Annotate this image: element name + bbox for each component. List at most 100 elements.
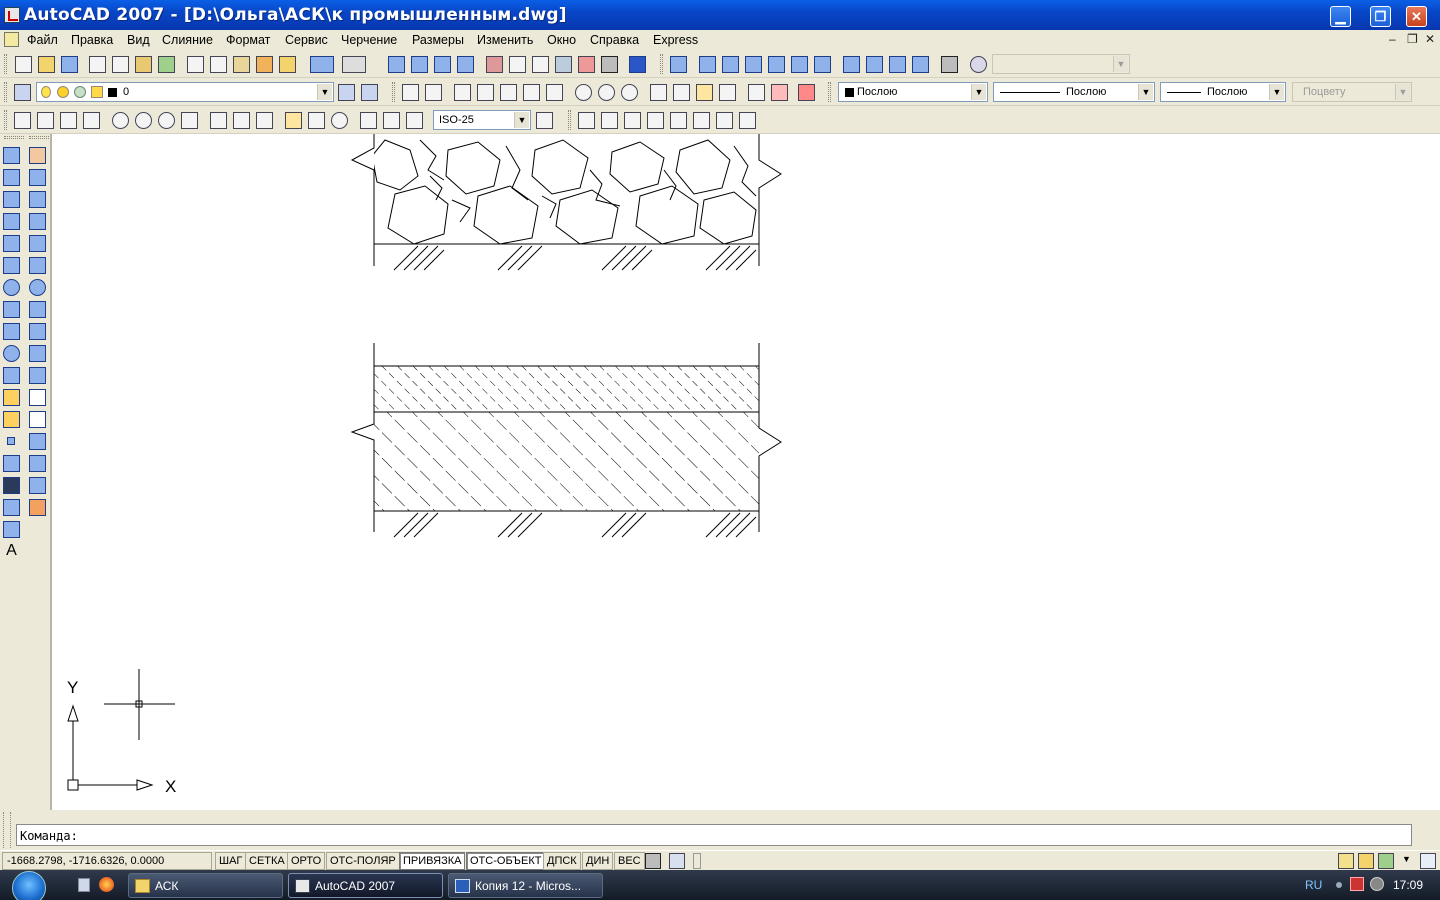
new-file-icon[interactable] — [15, 56, 32, 73]
maximize-viewport-icon[interactable] — [669, 853, 685, 869]
multiline-text-icon[interactable] — [578, 112, 595, 129]
dimstyle-dropdown[interactable]: ISO-25 ▼ — [433, 110, 531, 130]
menu-window[interactable]: Окно — [547, 33, 576, 47]
autocad-app-icon[interactable] — [4, 7, 20, 23]
start-button[interactable] — [12, 871, 46, 900]
lineweight-button[interactable]: ВЕС — [614, 852, 645, 870]
toolbar-grip[interactable] — [4, 54, 7, 74]
break-icon[interactable] — [29, 411, 46, 428]
snap-parallel-line-icon[interactable] — [673, 84, 690, 101]
join-icon[interactable] — [29, 433, 46, 450]
stretch-icon[interactable] — [29, 323, 46, 340]
plot-preview-icon[interactable] — [112, 56, 129, 73]
offset-icon[interactable] — [29, 213, 46, 230]
array-icon[interactable] — [29, 235, 46, 252]
copy-object-icon[interactable] — [29, 169, 46, 186]
camera-icon[interactable] — [941, 56, 958, 73]
snap-apparent-intersection-icon[interactable] — [500, 84, 517, 101]
model-space-icon[interactable] — [645, 853, 661, 869]
taskbar-autocad[interactable]: AutoCAD 2007 — [288, 873, 443, 898]
copy-icon[interactable] — [210, 56, 227, 73]
snap-from-icon[interactable] — [425, 84, 442, 101]
minimize-button[interactable]: ▁ — [1330, 6, 1351, 27]
snap-intersection-icon[interactable] — [477, 84, 494, 101]
menu-merge[interactable]: Слияние — [162, 33, 213, 47]
text-style-icon[interactable] — [670, 112, 687, 129]
communication-center-icon[interactable] — [1338, 853, 1354, 869]
clean-screen-icon[interactable] — [1420, 853, 1436, 869]
coordinates-readout[interactable]: -1668.2798, -1716.6326, 0.0000 — [2, 852, 212, 870]
manage-xrefs-icon[interactable] — [1378, 853, 1394, 869]
layer-dropdown[interactable]: 0 ▼ — [36, 82, 334, 102]
view-left-icon[interactable] — [745, 56, 762, 73]
named-view-dropdown[interactable]: ▼ — [992, 54, 1130, 74]
quick-launch-browser-icon[interactable] — [99, 877, 114, 892]
tool-palettes-icon[interactable] — [532, 56, 549, 73]
design-center-icon[interactable] — [509, 56, 526, 73]
multiline-text-draw-icon[interactable]: A — [3, 543, 20, 560]
snap-extension-icon[interactable] — [523, 84, 540, 101]
layer-viewport-icon[interactable] — [74, 86, 86, 98]
view-manager-icon[interactable] — [970, 56, 987, 73]
view-right-icon[interactable] — [768, 56, 785, 73]
sheet-set-manager-icon[interactable] — [555, 56, 572, 73]
snap-insert-icon[interactable] — [696, 84, 713, 101]
circle-icon[interactable] — [3, 279, 20, 296]
tolerance-icon[interactable] — [308, 112, 325, 129]
find-replace-icon[interactable] — [647, 112, 664, 129]
snap-mode-button[interactable]: ШАГ — [215, 852, 247, 870]
open-file-icon[interactable] — [38, 56, 55, 73]
sw-isometric-icon[interactable] — [843, 56, 860, 73]
snap-nearest-icon[interactable] — [748, 84, 765, 101]
toolbar-grip[interactable] — [4, 82, 7, 102]
dim-text-edit-icon[interactable] — [383, 112, 400, 129]
restore-button[interactable]: ❐ — [1370, 6, 1391, 27]
clock[interactable]: 17:09 — [1393, 878, 1423, 892]
ne-isometric-icon[interactable] — [889, 56, 906, 73]
dim-aligned-icon[interactable] — [37, 112, 54, 129]
convert-distance-icon[interactable] — [739, 112, 756, 129]
line-icon[interactable] — [3, 147, 20, 164]
toolbar-grip[interactable] — [828, 82, 831, 102]
polar-tracking-button[interactable]: ОТС-ПОЛЯР — [326, 852, 400, 870]
doc-restore-button[interactable]: ❐ — [1407, 32, 1418, 46]
redo-icon[interactable] — [342, 56, 366, 73]
center-mark-icon[interactable] — [331, 112, 348, 129]
linetype-dropdown[interactable]: Послою ▼ — [993, 82, 1155, 102]
snap-quadrant-icon[interactable] — [598, 84, 615, 101]
match-properties-icon[interactable] — [256, 56, 273, 73]
layer-lock-icon[interactable] — [91, 86, 103, 98]
toolbar-grip[interactable] — [29, 136, 49, 139]
menu-tools[interactable]: Сервис — [285, 33, 328, 47]
polygon-icon[interactable] — [3, 213, 20, 230]
zoom-realtime-icon[interactable] — [411, 56, 428, 73]
toolbar-grip[interactable] — [392, 82, 395, 102]
object-snap-button[interactable]: ПРИВЯЗКА — [399, 852, 466, 870]
snap-endpoint-icon[interactable] — [402, 84, 419, 101]
se-isometric-icon[interactable] — [866, 56, 883, 73]
menu-dimensions[interactable]: Размеры — [412, 33, 464, 47]
doc-minimize-button[interactable]: – — [1389, 32, 1396, 46]
snap-node-icon[interactable] — [719, 84, 736, 101]
command-window-grip[interactable] — [3, 812, 11, 848]
table-icon[interactable] — [3, 521, 20, 538]
object-tracking-button[interactable]: ОТС-ОБЪЕКТ — [466, 852, 546, 870]
doc-close-button[interactable]: ✕ — [1425, 32, 1435, 46]
layer-thaw-icon[interactable] — [57, 86, 69, 98]
fillet-icon[interactable] — [29, 477, 46, 494]
crushed-stone-section[interactable] — [350, 134, 782, 271]
menu-draw[interactable]: Черчение — [341, 33, 397, 47]
menu-help[interactable]: Справка — [590, 33, 639, 47]
dim-ordinate-icon[interactable] — [83, 112, 100, 129]
save-icon[interactable] — [61, 56, 78, 73]
view-top-icon[interactable] — [699, 56, 716, 73]
quick-launch-desktop-icon[interactable] — [78, 878, 90, 892]
pan-icon[interactable] — [388, 56, 405, 73]
snap-none-icon[interactable] — [771, 84, 788, 101]
layer-manager-icon[interactable] — [14, 84, 31, 101]
calculator-icon[interactable] — [601, 56, 618, 73]
snap-parallel-icon[interactable] — [546, 84, 563, 101]
view-bottom-icon[interactable] — [722, 56, 739, 73]
taskbar-word-document[interactable]: Копия 12 - Micros... — [448, 873, 603, 898]
layer-on-icon[interactable] — [41, 86, 51, 98]
